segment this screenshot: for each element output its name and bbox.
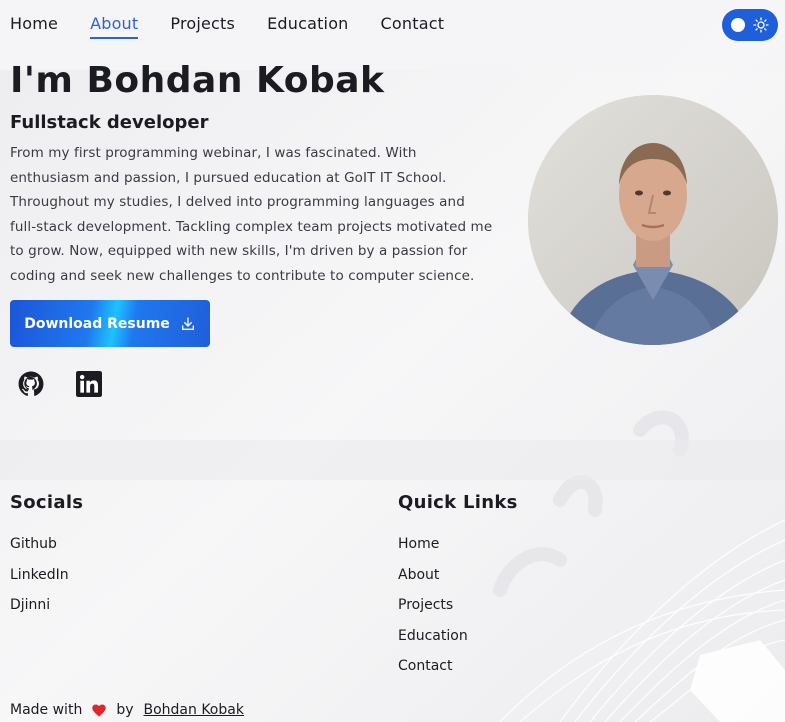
footer-link-projects[interactable]: Projects [398,597,453,613]
main-nav: Home About Projects Education Contact [10,14,476,39]
download-icon [181,316,194,330]
footer-credit: Made with by Bohdan Kobak [10,702,244,718]
footer-link-about[interactable]: About [398,567,439,583]
footer-link-home[interactable]: Home [398,536,439,552]
footer-link-github[interactable]: Github [10,536,57,552]
profile-portrait [528,95,778,345]
footer-link-djinni[interactable]: Djinni [10,597,50,613]
heart-icon [92,704,107,717]
list-item: Djinni [10,594,69,625]
download-resume-button[interactable]: Download Resume [10,300,210,347]
download-resume-label: Download Resume [24,315,170,332]
nav-education[interactable]: Education [267,14,348,39]
footer-quick-links-list: Home About Projects Education Contact [398,533,468,686]
footer-link-linkedin[interactable]: LinkedIn [10,567,69,583]
profile-photo [528,95,778,345]
list-item: Home [398,533,468,564]
footer-socials-title: Socials [10,492,84,513]
nav-projects[interactable]: Projects [170,14,235,39]
list-item: Contact [398,655,468,686]
sun-icon [753,17,769,33]
nav-home[interactable]: Home [10,14,58,39]
nav-contact[interactable]: Contact [381,14,445,39]
github-icon[interactable] [18,371,44,397]
made-with-text: Made with [10,702,83,718]
hero-title: I'm Bohdan Kobak [10,60,385,101]
footer-quick-links-title: Quick Links [398,492,518,513]
list-item: Projects [398,594,468,625]
footer-link-education[interactable]: Education [398,628,468,644]
footer-socials-list: Github LinkedIn Djinni [10,533,69,625]
nav-about[interactable]: About [90,14,139,39]
list-item: LinkedIn [10,564,69,595]
hero-description: From my first programming webinar, I was… [10,145,493,284]
theme-toggle[interactable] [722,9,778,41]
by-text: by [116,702,134,718]
list-item: Education [398,625,468,656]
footer-link-contact[interactable]: Contact [398,658,452,674]
list-item: Github [10,533,69,564]
linkedin-icon[interactable] [76,371,102,397]
toggle-knob [731,18,745,32]
author-link[interactable]: Bohdan Kobak [143,702,243,718]
hero-subtitle: Fullstack developer [10,112,209,133]
list-item: About [398,564,468,595]
